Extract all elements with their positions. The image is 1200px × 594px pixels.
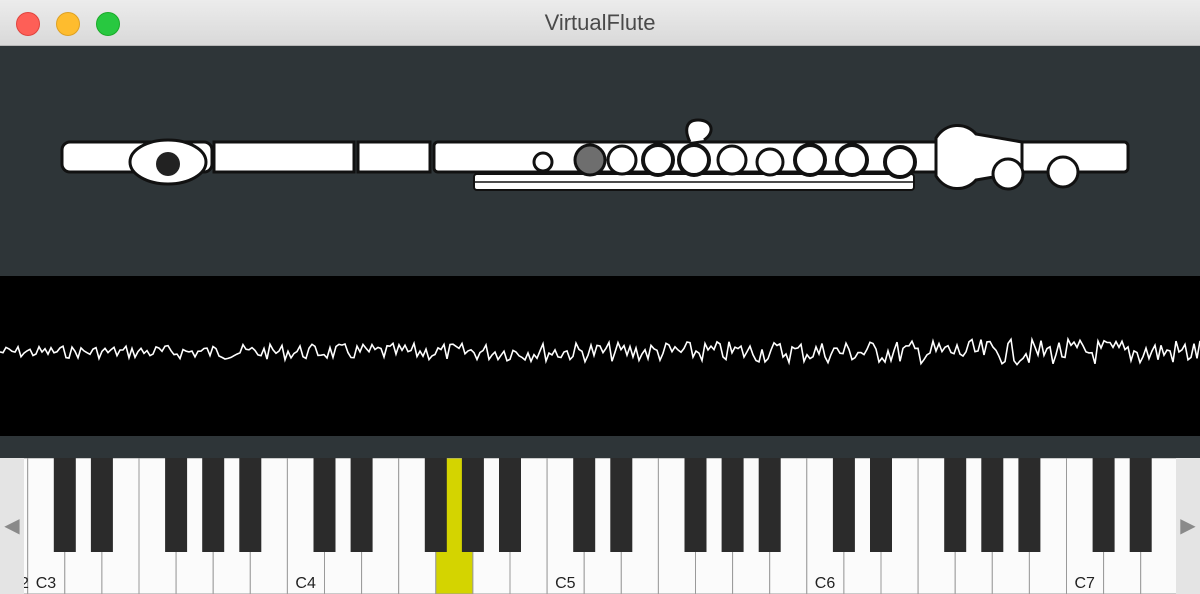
piano-key-black[interactable] — [202, 458, 225, 552]
piano-octave-label: C5 — [555, 575, 576, 592]
flute-key-ring[interactable] — [883, 145, 917, 179]
flute-key-ring[interactable] — [641, 143, 675, 177]
window-title: VirtualFlute — [544, 10, 656, 35]
flute-tube-1 — [212, 140, 356, 174]
waveform-display — [0, 276, 1200, 436]
piano-octave-label: C4 — [295, 575, 316, 592]
scroll-left-arrow-icon[interactable]: ◀ — [0, 458, 24, 594]
scroll-right-arrow-icon[interactable]: ▶ — [1176, 458, 1200, 594]
piano-key-black[interactable] — [239, 458, 262, 552]
piano-key-black[interactable] — [461, 458, 484, 552]
piano-key-black[interactable] — [53, 458, 76, 552]
flute-image — [60, 118, 1130, 191]
piano-key-black[interactable] — [313, 458, 336, 552]
piano-octave-label: C7 — [1075, 575, 1096, 592]
piano-keyboard: ◀ 2 C3 C4 C5 C6 C7 ▶ — [0, 458, 1200, 594]
piano-key-black[interactable] — [758, 458, 781, 552]
piano-keys: 2 C3 C4 C5 C6 C7 — [24, 458, 1176, 594]
flute-small-key — [532, 151, 554, 173]
piano-key-black[interactable] — [832, 458, 855, 552]
piano-key-white[interactable] — [24, 458, 29, 594]
piano-octave-label: C6 — [815, 575, 836, 592]
flute-tube-2 — [356, 140, 432, 174]
piano-key-black[interactable] — [573, 458, 596, 552]
flute-key-ring[interactable] — [793, 143, 827, 177]
piano-key-black[interactable] — [90, 458, 113, 552]
flute-key-ring[interactable] — [835, 143, 869, 177]
piano-key-black[interactable] — [721, 458, 744, 552]
piano-key-black[interactable] — [499, 458, 521, 552]
piano-key-black[interactable] — [1018, 458, 1041, 552]
piano-key-black[interactable] — [944, 458, 967, 552]
piano-key-black[interactable] — [424, 458, 447, 552]
piano-key-black[interactable] — [1092, 458, 1115, 552]
piano-key-black[interactable] — [350, 458, 373, 552]
flute-key-open[interactable] — [716, 144, 748, 176]
piano-key-black[interactable] — [1129, 458, 1152, 552]
flute-key-pressed[interactable] — [573, 143, 607, 177]
piano-key-black[interactable] — [870, 458, 892, 552]
piano-key-black[interactable] — [610, 458, 633, 552]
waveform-line — [0, 336, 1200, 366]
flute-panel — [0, 46, 1200, 276]
flute-key-ring[interactable] — [677, 143, 711, 177]
flute-foot-key[interactable] — [991, 157, 1025, 191]
piano-key-black[interactable] — [684, 458, 707, 552]
piano-key-black[interactable] — [165, 458, 188, 552]
title-bar: VirtualFlute — [0, 0, 1200, 46]
piano-key-black[interactable] — [981, 458, 1004, 552]
divider — [0, 436, 1200, 458]
piano-octave-label: C3 — [36, 575, 57, 592]
flute-key-open[interactable] — [755, 147, 785, 177]
flute-foot-key[interactable] — [1046, 155, 1080, 189]
flute-key-open[interactable] — [606, 144, 638, 176]
piano-octave-label: 2 — [24, 575, 29, 592]
embouchure-hole — [156, 152, 180, 176]
